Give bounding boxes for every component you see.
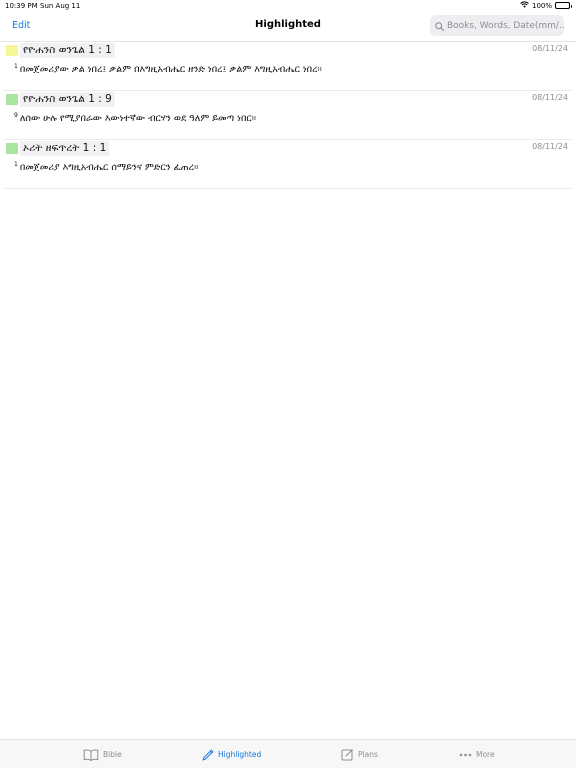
highlight-reference: ኦሪት ዘፍጥረት 1 : 1 <box>20 141 110 156</box>
more-dots-icon <box>459 753 472 757</box>
search-icon <box>435 16 444 35</box>
tab-label: Bible <box>103 750 122 759</box>
verse-number: 9 <box>14 112 18 119</box>
tab-label: More <box>476 750 495 759</box>
highlight-header: የዮሐንስ ወንጌል 1 : 1 <box>6 43 115 58</box>
status-bar: 10:39 PM Sun Aug 11 100% <box>0 0 576 12</box>
highlight-color-swatch <box>6 94 18 105</box>
status-time: 10:39 PM <box>5 2 38 10</box>
highlight-color-swatch <box>6 143 18 154</box>
tab-label: Highlighted <box>218 750 262 759</box>
tab-more[interactable]: More <box>459 740 495 768</box>
book-icon <box>83 749 99 761</box>
battery-percent: 100% <box>531 1 552 10</box>
highlights-list: የዮሐንስ ወንጌል 1 : 1 08/11/24 1 በመጀመሪያው ቃል ነበ… <box>4 42 572 189</box>
verse-number: 1 <box>14 161 18 168</box>
search-input[interactable] <box>447 20 564 31</box>
tab-bar: Bible Highlighted Plans More <box>0 739 576 768</box>
highlight-date: 08/11/24 <box>532 44 568 53</box>
status-date: Sun Aug 11 <box>40 2 81 10</box>
highlight-header: የዮሐንስ ወንጌል 1 : 9 <box>6 92 115 107</box>
navigation-bar: Edit Highlighted <box>0 12 576 42</box>
status-right: 100% <box>520 1 572 10</box>
tab-bible[interactable]: Bible <box>83 740 122 768</box>
highlight-header: ኦሪት ዘፍጥረት 1 : 1 <box>6 141 110 156</box>
verse-number: 1 <box>14 63 18 70</box>
tab-label: Plans <box>358 750 378 759</box>
tab-highlighted[interactable]: Highlighted <box>202 740 261 768</box>
edit-button[interactable]: Edit <box>12 20 30 31</box>
search-field[interactable] <box>430 15 564 36</box>
highlighter-icon <box>202 748 214 761</box>
highlight-date: 08/11/24 <box>532 93 568 102</box>
tab-plans[interactable]: Plans <box>341 740 378 768</box>
verse-text: ለሰው ሁሉ የሚያበራው እውነተኛው ብርሃን ወደ ዓለም ይመጣ ነበር… <box>19 113 257 125</box>
highlight-reference: የዮሐንስ ወንጌል 1 : 9 <box>20 92 115 107</box>
highlight-date: 08/11/24 <box>532 142 568 151</box>
highlight-verse: 1 በመጀመሪያ እግዚአብሔር ሰማይንና ምድርን ፈጠረ። <box>14 161 198 173</box>
highlight-item[interactable]: የዮሐንስ ወንጌል 1 : 1 08/11/24 1 በመጀመሪያው ቃል ነበ… <box>4 42 572 91</box>
verse-text: በመጀመሪያው ቃል ነበረ፤ ቃልም በእግዚአብሔር ዘንድ ነበረ፤ ቃል… <box>19 64 322 76</box>
highlight-verse: 9 ለሰው ሁሉ የሚያበራው እውነተኛው ብርሃን ወደ ዓለም ይመጣ ነበ… <box>14 112 256 124</box>
verse-text: በመጀመሪያ እግዚአብሔር ሰማይንና ምድርን ፈጠረ። <box>19 162 199 174</box>
screen: 10:39 PM Sun Aug 11 100% Edit Highlighte… <box>0 0 576 768</box>
plans-icon <box>341 748 354 761</box>
highlight-color-swatch <box>6 45 18 56</box>
highlight-reference: የዮሐንስ ወንጌል 1 : 1 <box>20 43 115 58</box>
highlight-item[interactable]: ኦሪት ዘፍጥረት 1 : 1 08/11/24 1 በመጀመሪያ እግዚአብሔር… <box>4 140 572 189</box>
highlight-verse: 1 በመጀመሪያው ቃል ነበረ፤ ቃልም በእግዚአብሔር ዘንድ ነበረ፤ ቃ… <box>14 63 322 75</box>
highlight-item[interactable]: የዮሐንስ ወንጌል 1 : 9 08/11/24 9 ለሰው ሁሉ የሚያበራው… <box>4 91 572 140</box>
wifi-icon <box>520 1 529 10</box>
battery-icon <box>555 2 572 9</box>
